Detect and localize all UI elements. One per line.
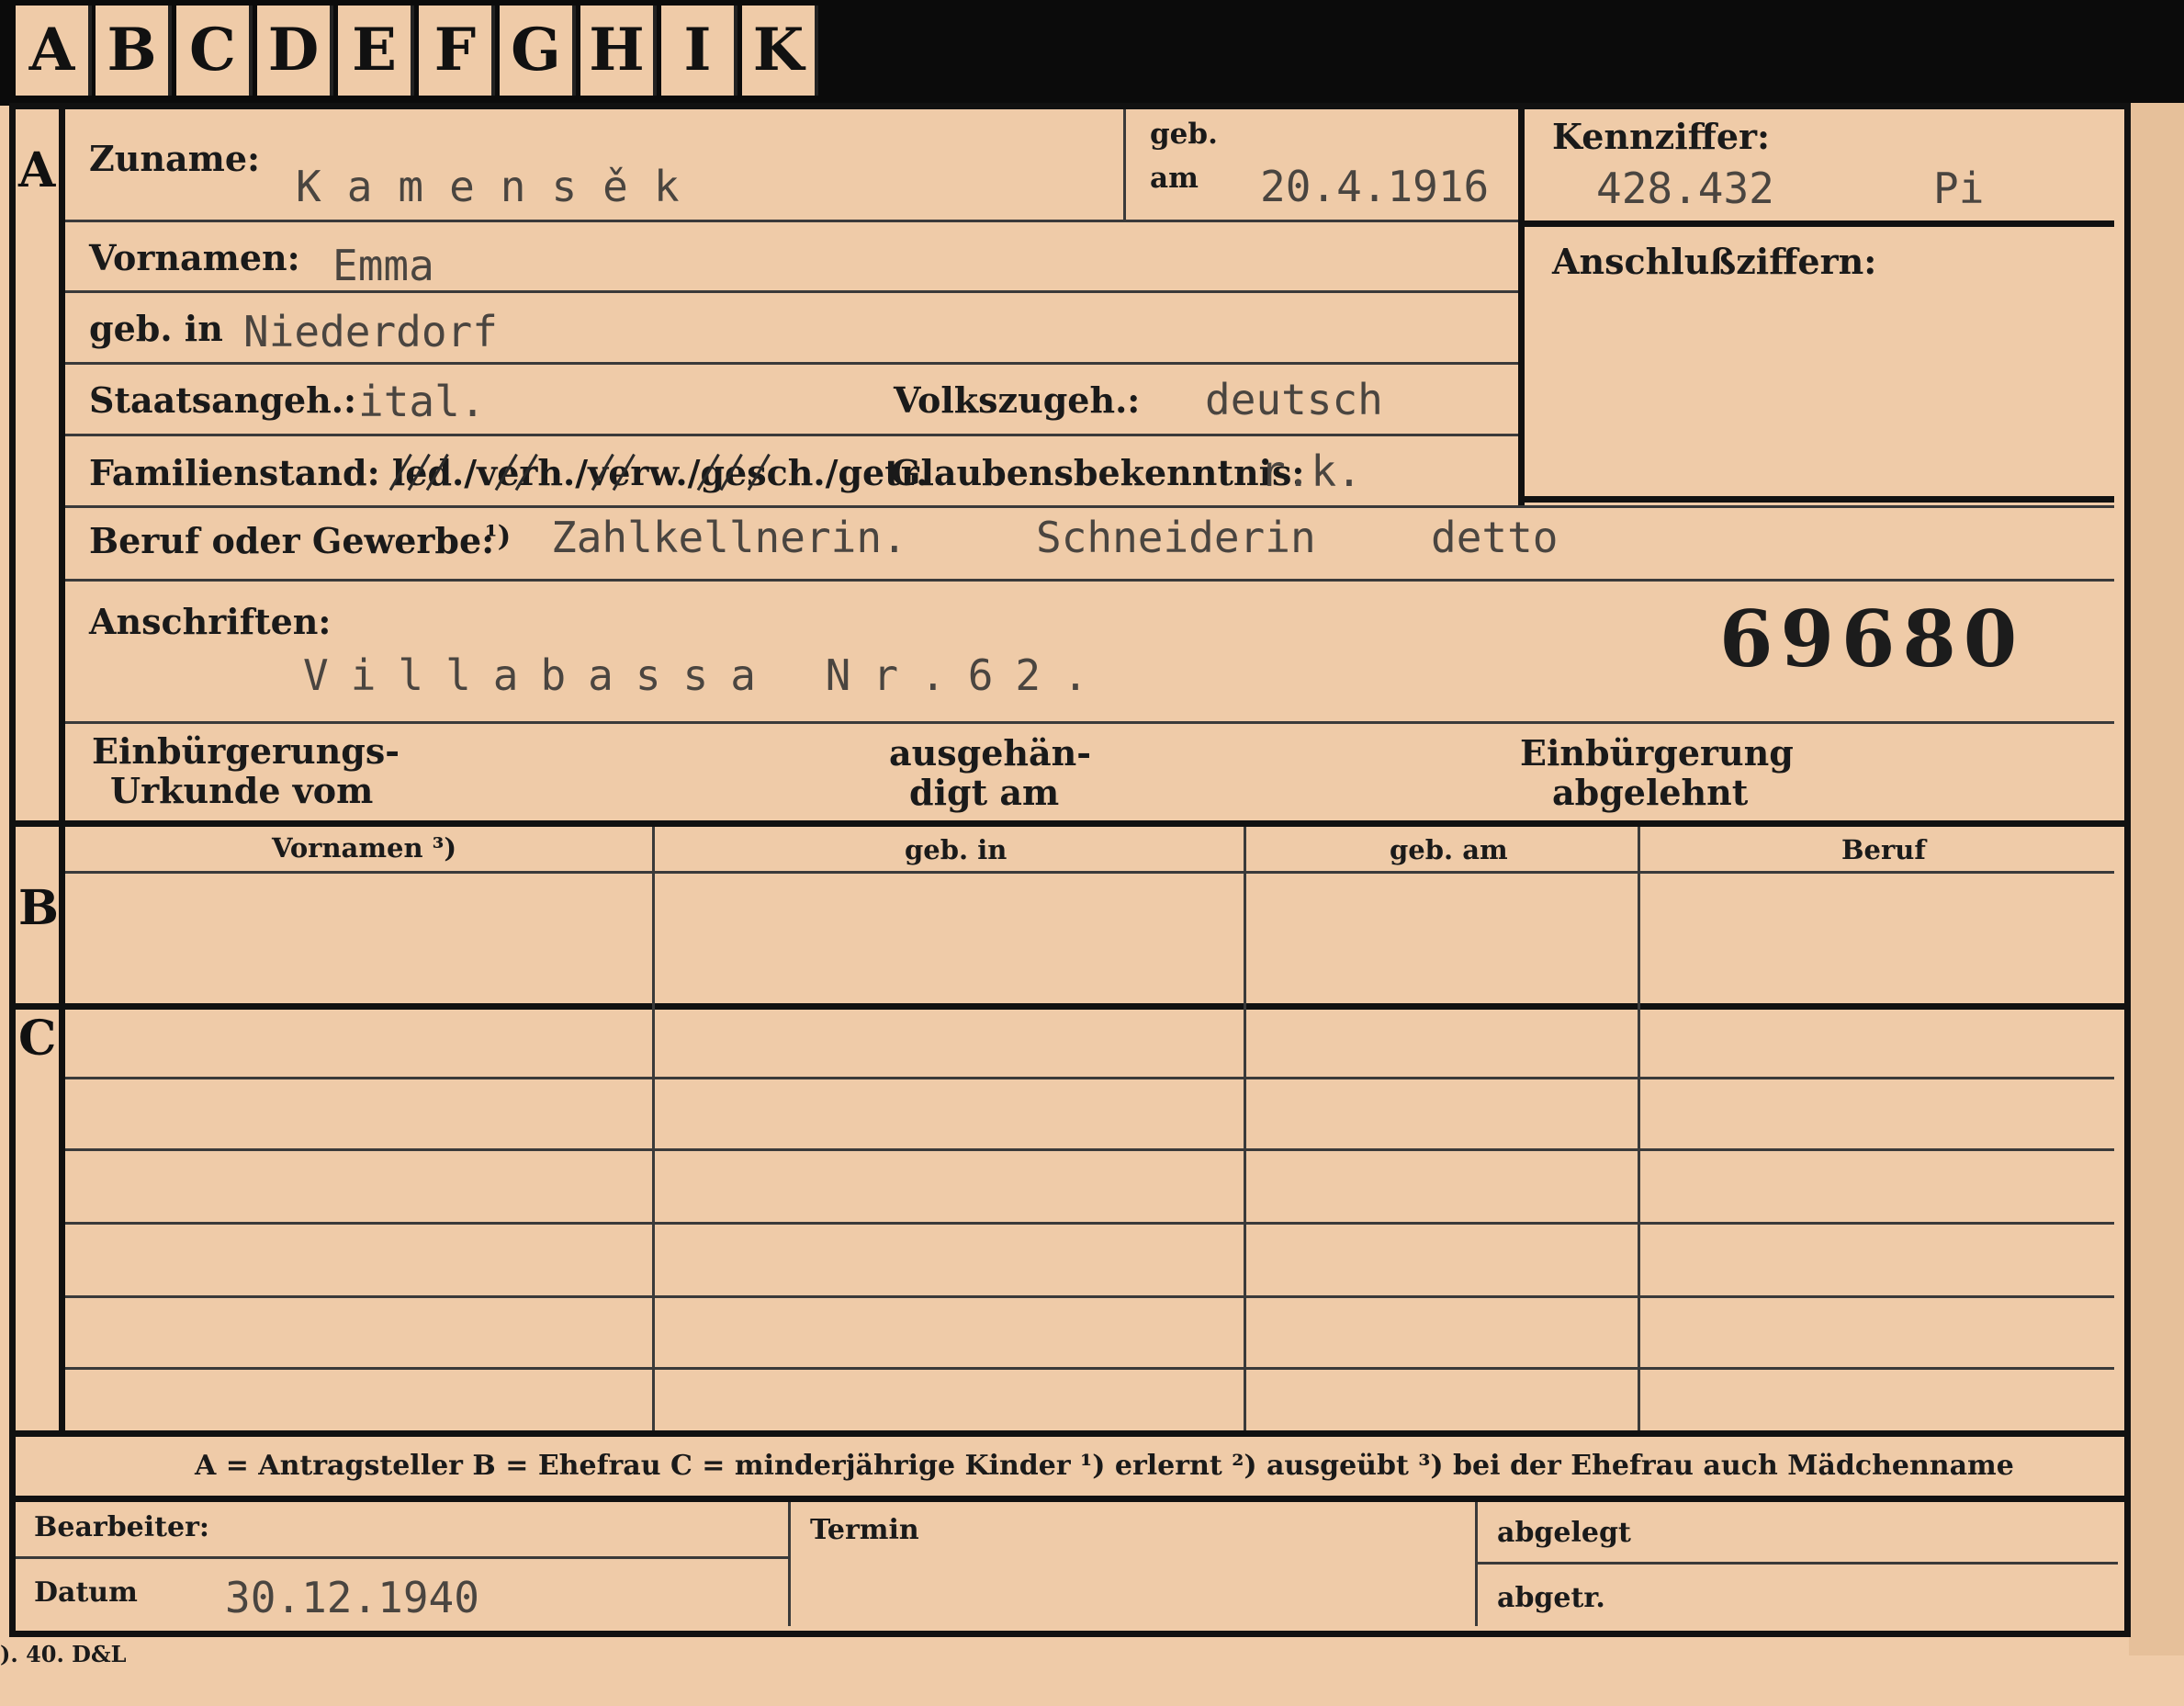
column-divider (1123, 109, 1126, 220)
row-divider (65, 579, 2114, 582)
row-divider (65, 434, 1518, 436)
table-row (65, 1077, 2114, 1079)
stamp-number: 69680 (1719, 593, 2025, 684)
anschriften-label: Anschriften: (89, 601, 332, 642)
vornamen-value: Emma (332, 241, 434, 290)
index-tab: B (96, 6, 172, 96)
section-c-label: C (18, 1011, 57, 1067)
index-tab: K (742, 6, 818, 96)
index-tab: H (580, 6, 657, 96)
row-divider (65, 721, 2114, 724)
section-b-top (9, 820, 2131, 827)
einbuergerung-abgelehnt-label-1: Einbürgerung (1520, 732, 1794, 774)
index-tab: E (338, 6, 414, 96)
familienstand-label: Familienstand: led./verh./verw./gesch./g… (89, 452, 929, 493)
legend-text: A = Antragsteller B = Ehefrau C = minder… (195, 1450, 2014, 1482)
kennziffer-box-bottom (1518, 496, 2114, 503)
glaubensbekenntnis-value: r.k. (1260, 446, 1362, 496)
geburtsort-value: Niederdorf (243, 307, 498, 356)
kennziffer-box-divider (1518, 220, 2114, 227)
table-row (65, 1367, 2114, 1370)
staatsangehoerigkeit-label: Staatsangeh.: (89, 379, 357, 421)
table-row (65, 1222, 2114, 1225)
table-header-geburtsort: geb. in (905, 834, 1008, 865)
einbuergerungsurkunde-label-1: Einbürgerungs- (92, 730, 400, 772)
row-divider (65, 505, 2114, 508)
geb-label: geb. (1150, 118, 1218, 151)
ausgehaendigt-label-2: digt am (909, 772, 1060, 813)
datum-value: 30.12.1940 (225, 1573, 479, 1622)
section-c-top (9, 1003, 2131, 1010)
section-column-divider (59, 103, 65, 1430)
footer-column-divider (788, 1502, 791, 1626)
index-tab: A (16, 6, 92, 96)
kennziffer-box-left (1518, 109, 1525, 505)
table-header-beruf: Beruf (1841, 834, 1926, 865)
termin-label: Termin (810, 1514, 919, 1546)
index-tab: I (661, 6, 737, 96)
anschlussziffern-label: Anschlußziffern: (1552, 241, 1877, 282)
print-mark: ). 40. D&L (0, 1641, 127, 1667)
legend-bottom (9, 1496, 2131, 1502)
abgetragen-label: abgetr. (1497, 1582, 1605, 1614)
anschrift-value: Villabassa Nr.62. (303, 650, 1110, 700)
beruf-footnote: ¹) (485, 520, 512, 553)
index-tab: F (419, 6, 495, 96)
section-b-label: B (18, 880, 59, 936)
vornamen-label: Vornamen: (89, 237, 300, 278)
row-divider (65, 362, 1518, 365)
volkszugehoerigkeit-label: Volkszugeh.: (894, 379, 1141, 421)
table-column-divider (1638, 827, 1640, 1430)
row-divider (65, 290, 1518, 293)
beruf-label: Beruf oder Gewerbe: (89, 520, 495, 561)
table-row (65, 1148, 2114, 1151)
geburtsort-label: geb. in (89, 308, 223, 349)
row-divider (65, 220, 1518, 222)
volkszugehoerigkeit-value: deutsch (1205, 375, 1383, 424)
zuname-label: Zuname: (89, 138, 261, 179)
section-a-label: A (18, 142, 56, 198)
kennziffer-suffix: Pi (1933, 164, 1985, 213)
kennziffer-label: Kennziffer: (1552, 116, 1771, 157)
index-tab: D (257, 6, 333, 96)
table-row (65, 1295, 2114, 1298)
beruf-value-3: detto (1431, 513, 1559, 562)
einbuergerungsurkunde-label-2: Urkunde vom (110, 770, 374, 811)
abgelegt-label: abgelegt (1497, 1517, 1631, 1549)
table-header-geburtsdatum: geb. am (1390, 834, 1508, 865)
kennziffer-value: 428.432 (1596, 164, 1774, 213)
am-label: am (1150, 162, 1199, 195)
legend-top (9, 1430, 2131, 1437)
glaubensbekenntnis-label: Glaubensbekenntnis: (891, 452, 1305, 493)
datum-label: Datum (34, 1576, 138, 1609)
zuname-value: Kamensěk (296, 162, 705, 211)
index-tab: G (500, 6, 576, 96)
table-column-divider (652, 827, 655, 1430)
footer-row-divider (16, 1556, 789, 1559)
einbuergerung-abgelehnt-label-2: abgelehnt (1552, 772, 1749, 813)
card-edge (2129, 103, 2184, 1655)
beruf-value-1: Zahlkellnerin. (551, 513, 907, 562)
table-column-divider (1244, 827, 1246, 1430)
staatsangehoerigkeit-value: ital. (358, 377, 486, 426)
table-header-divider (65, 871, 2114, 874)
footer-row-divider (1475, 1562, 2118, 1565)
ausgehaendigt-label-1: ausgehän- (889, 732, 1092, 774)
bearbeiter-label: Bearbeiter: (34, 1511, 209, 1543)
table-header-vornamen: Vornamen ³) (272, 832, 457, 864)
index-tab: C (176, 6, 253, 96)
beruf-value-2: Schneiderin (1036, 513, 1316, 562)
geb-am-value: 20.4.1916 (1260, 162, 1490, 211)
